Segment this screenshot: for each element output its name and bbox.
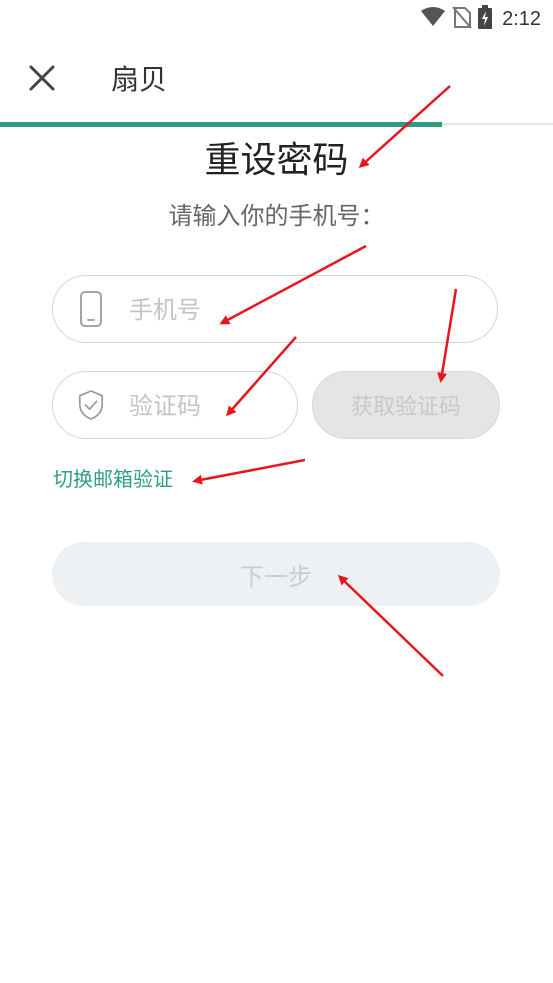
get-code-button[interactable]: 获取验证码 bbox=[312, 371, 500, 439]
phone-field[interactable] bbox=[52, 275, 498, 344]
status-bar: 2:12 bbox=[0, 0, 553, 40]
annotation-arrow-switch bbox=[192, 458, 306, 485]
status-time: 2:12 bbox=[502, 7, 541, 30]
wifi-icon bbox=[420, 6, 446, 32]
status-icons: 2:12 bbox=[420, 5, 541, 33]
page-title: 重设密码 bbox=[204, 140, 349, 181]
phone-input[interactable] bbox=[127, 276, 431, 344]
close-icon bbox=[29, 65, 55, 95]
battery-charging-icon bbox=[478, 5, 493, 33]
code-input[interactable] bbox=[127, 372, 281, 440]
phone-icon bbox=[77, 291, 105, 327]
next-step-button[interactable]: 下一步 bbox=[52, 542, 500, 606]
no-sim-icon bbox=[452, 5, 472, 33]
app-bar: 扇贝 bbox=[0, 40, 553, 124]
close-button[interactable] bbox=[22, 60, 62, 100]
subtitle: 请输入你的手机号： bbox=[168, 202, 385, 230]
code-field[interactable] bbox=[52, 371, 298, 440]
progress-fill bbox=[0, 122, 443, 127]
app-title: 扇贝 bbox=[111, 63, 168, 96]
shield-check-icon bbox=[77, 387, 105, 423]
switch-email-verification-link[interactable]: 切换邮箱验证 bbox=[53, 465, 173, 493]
